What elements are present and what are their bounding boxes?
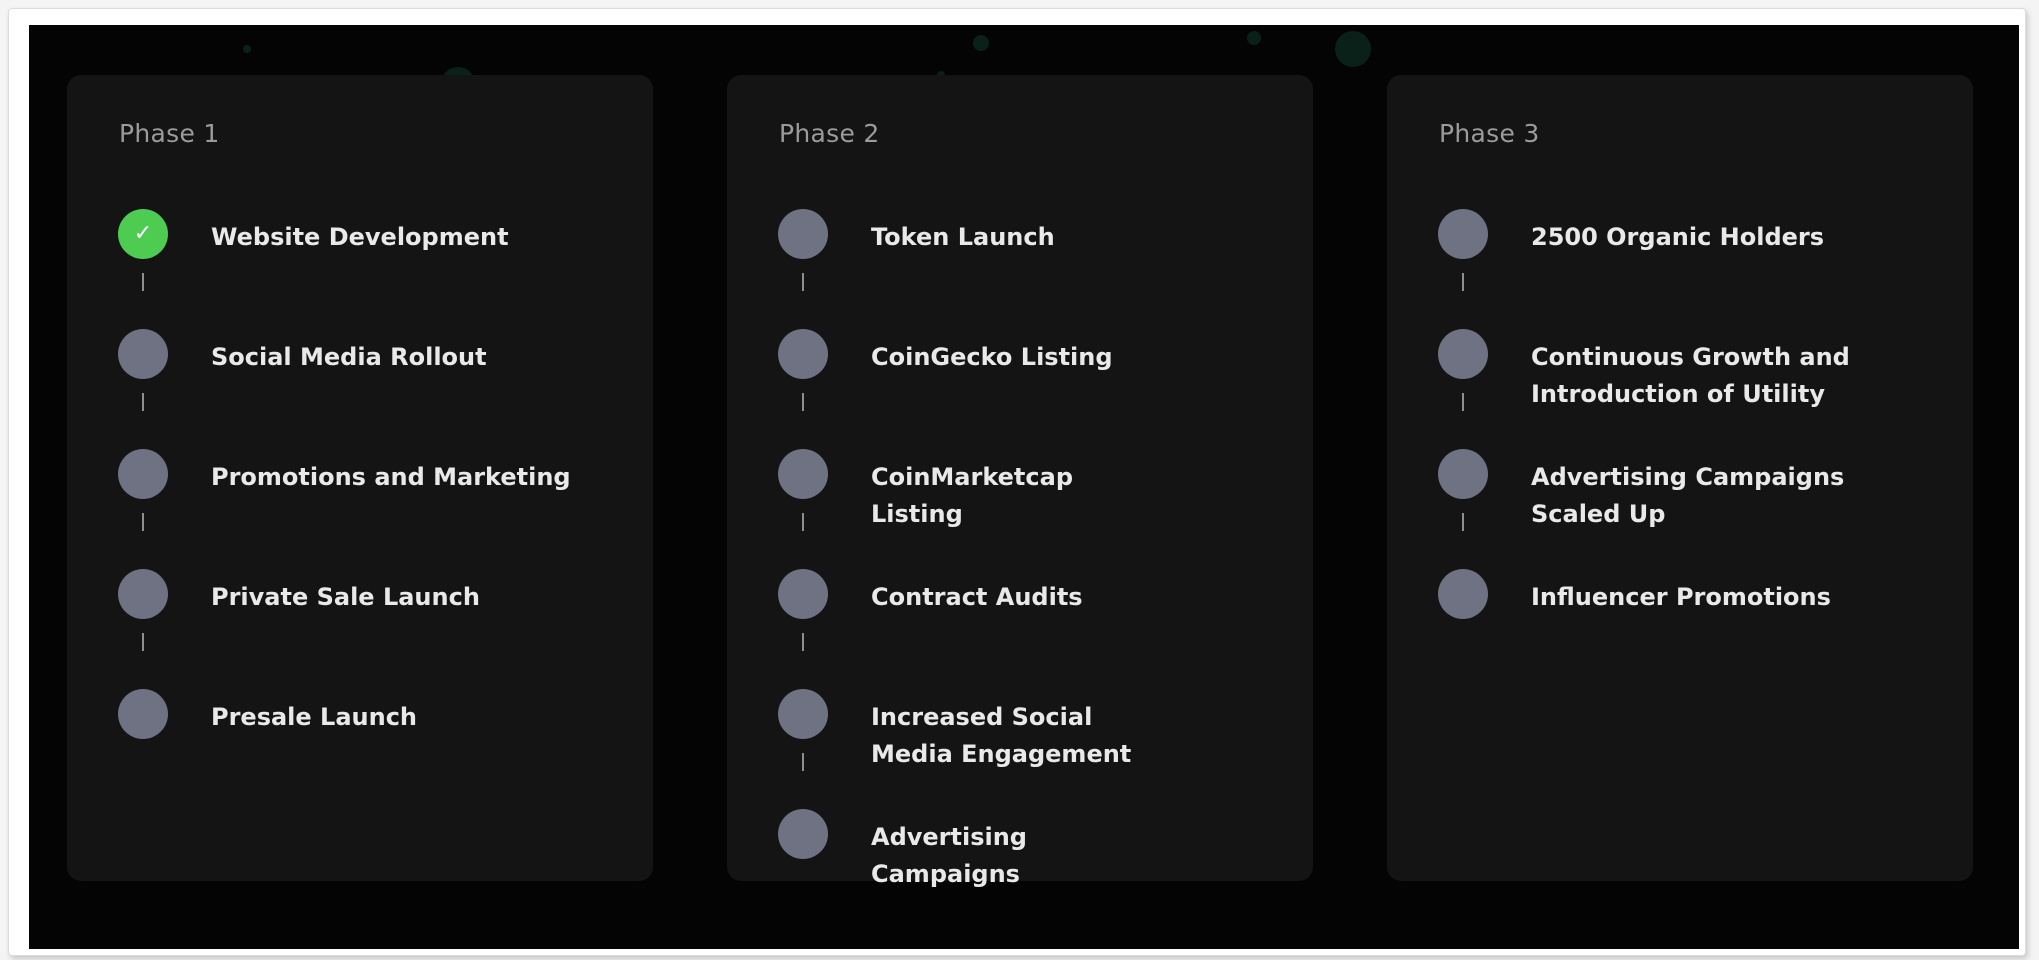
timeline-column	[777, 569, 829, 661]
milestone-item: Social Media Rollout	[117, 329, 629, 449]
roadmap-section: Phase 1 ✓ Website Development Social Media …	[29, 25, 2019, 949]
milestone-pending-marker	[778, 689, 828, 739]
phase-title: Phase 3	[1439, 119, 1540, 148]
milestone-label: Presale Launch	[211, 703, 418, 731]
timeline-column	[117, 329, 169, 421]
timeline-column	[777, 689, 829, 781]
milestone-pending-marker	[778, 209, 828, 259]
milestone-label: Increased Social Media Engagement	[871, 703, 1132, 768]
timeline-connector	[802, 513, 804, 531]
milestone-pending-marker	[118, 689, 168, 739]
milestone-label: CoinGecko Listing	[871, 343, 1113, 371]
milestone-label: Promotions and Marketing	[211, 463, 571, 491]
milestone-pending-marker	[1438, 569, 1488, 619]
milestone-item: 2500 Organic Holders	[1437, 209, 1949, 329]
milestone-item: CoinMarketcap Listing	[777, 449, 1289, 569]
milestone-item: CoinGecko Listing	[777, 329, 1289, 449]
milestone-item: Contract Audits	[777, 569, 1289, 689]
milestone-label: Token Launch	[871, 223, 1055, 251]
background-particle	[973, 35, 989, 51]
milestone-item: Promotions and Marketing	[117, 449, 629, 569]
check-icon: ✓	[133, 221, 153, 246]
milestone-item: Increased Social Media Engagement	[777, 689, 1289, 809]
timeline-connector	[142, 513, 144, 531]
timeline-column	[777, 209, 829, 301]
timeline-connector	[1462, 393, 1464, 411]
milestone-list: ✓ Website Development Social Media Rollout…	[117, 209, 629, 739]
milestone-item: Advertising Campaigns	[777, 809, 1289, 893]
milestone-pending-marker	[1438, 329, 1488, 379]
phase-card-3: Phase 3 2500 Organic Holders Continuous Gr…	[1387, 75, 1973, 881]
phase-title: Phase 1	[119, 119, 220, 148]
milestone-pending-marker	[778, 449, 828, 499]
milestone-item: Private Sale Launch	[117, 569, 629, 689]
timeline-column	[117, 449, 169, 541]
timeline-connector	[142, 273, 144, 291]
milestone-label: Advertising Campaigns	[871, 823, 1027, 888]
milestone-item: Influencer Promotions	[1437, 569, 1949, 619]
timeline-column	[1437, 569, 1489, 619]
timeline-connector	[142, 633, 144, 651]
milestone-item: Presale Launch	[117, 689, 629, 739]
milestone-label: 2500 Organic Holders	[1531, 223, 1825, 251]
timeline-connector	[802, 753, 804, 771]
phase-card-2: Phase 2 Token Launch CoinGecko Listing Coin…	[727, 75, 1313, 888]
milestone-label: Advertising Campaigns Scaled Up	[1531, 463, 1845, 528]
milestone-list: Token Launch CoinGecko Listing CoinMarketc…	[777, 209, 1289, 893]
timeline-connector	[802, 393, 804, 411]
phase-card-1: Phase 1 ✓ Website Development Social Media …	[67, 75, 653, 881]
milestone-label: Contract Audits	[871, 583, 1083, 611]
milestone-label: Social Media Rollout	[211, 343, 487, 371]
milestone-label: CoinMarketcap Listing	[871, 463, 1073, 528]
timeline-column	[777, 449, 829, 541]
milestone-pending-marker	[118, 569, 168, 619]
milestone-label: Website Development	[211, 223, 509, 251]
milestone-pending-marker	[1438, 449, 1488, 499]
timeline-column	[777, 329, 829, 421]
timeline-column	[1437, 449, 1489, 541]
timeline-column: ✓	[117, 209, 169, 301]
milestone-pending-marker	[118, 449, 168, 499]
milestone-item: Continuous Growth and Introduction of Ut…	[1437, 329, 1949, 449]
timeline-connector	[1462, 513, 1464, 531]
milestone-label: Private Sale Launch	[211, 583, 480, 611]
timeline-connector	[142, 393, 144, 411]
timeline-column	[117, 689, 169, 739]
timeline-column	[117, 569, 169, 661]
milestone-pending-marker	[1438, 209, 1488, 259]
milestone-item: ✓ Website Development	[117, 209, 629, 329]
milestone-item: Advertising Campaigns Scaled Up	[1437, 449, 1949, 569]
timeline-column	[777, 809, 829, 893]
timeline-connector	[802, 633, 804, 651]
timeline-connector	[1462, 273, 1464, 291]
background-particle	[243, 45, 251, 53]
timeline-column	[1437, 329, 1489, 421]
milestone-pending-marker	[778, 569, 828, 619]
timeline-connector	[802, 273, 804, 291]
milestone-complete-marker: ✓	[118, 209, 168, 259]
milestone-pending-marker	[118, 329, 168, 379]
milestone-label: Continuous Growth and Introduction of Ut…	[1531, 343, 1850, 408]
background-particle	[1247, 31, 1261, 45]
phase-title: Phase 2	[779, 119, 880, 148]
timeline-column	[1437, 209, 1489, 301]
milestone-list: 2500 Organic Holders Continuous Growth an…	[1437, 209, 1949, 619]
background-particle	[1335, 31, 1371, 67]
milestone-label: Influencer Promotions	[1531, 583, 1831, 611]
milestone-pending-marker	[778, 329, 828, 379]
milestone-item: Token Launch	[777, 209, 1289, 329]
milestone-pending-marker	[778, 809, 828, 859]
